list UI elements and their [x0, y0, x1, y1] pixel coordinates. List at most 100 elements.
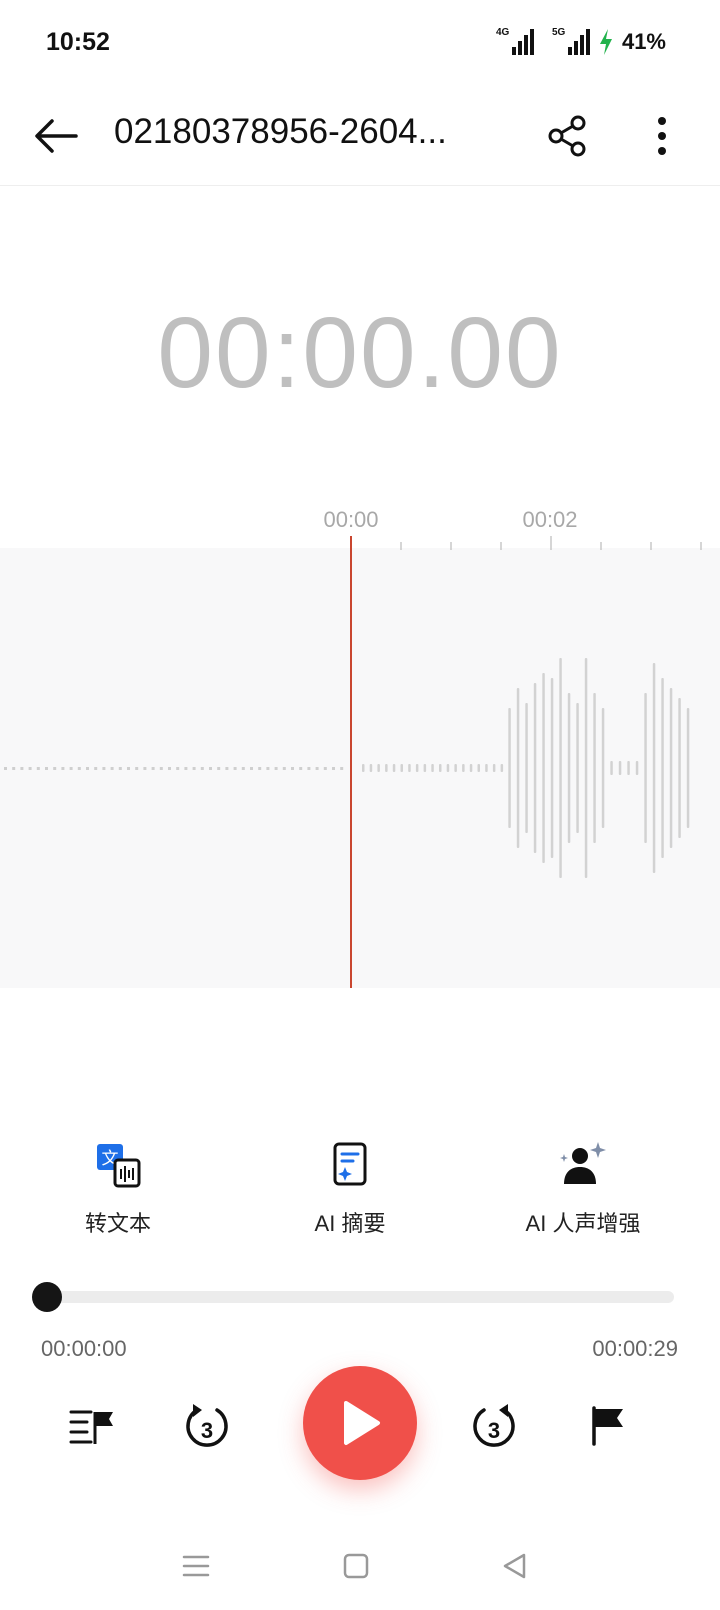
- idle-dot: [307, 767, 311, 770]
- idle-dot: [77, 767, 81, 770]
- ai-voice-enhance-button[interactable]: AI 人声增强: [483, 1140, 683, 1238]
- home-button[interactable]: [332, 1542, 380, 1590]
- waveform-bar: [469, 764, 473, 772]
- waveform-bar: [492, 764, 496, 772]
- waveform-bar: [567, 693, 571, 843]
- waveform-bar: [593, 693, 596, 843]
- idle-dot: [233, 767, 237, 770]
- waveform-bar: [627, 761, 630, 775]
- share-button[interactable]: [540, 108, 596, 164]
- waveform-bar: [446, 764, 450, 772]
- waveform-bar: [661, 678, 664, 858]
- waveform-bar: [525, 703, 528, 833]
- idle-dot: [61, 767, 65, 770]
- ai-summary-button[interactable]: AI 摘要: [250, 1140, 450, 1238]
- arrow-left-icon: [35, 119, 78, 153]
- rewind-3s-button[interactable]: 3: [175, 1394, 239, 1458]
- total-time: 00:00:29: [592, 1336, 678, 1361]
- idle-dot: [20, 767, 24, 770]
- idle-dot: [12, 767, 16, 770]
- back-triangle-icon: [503, 1553, 526, 1579]
- idle-dot: [28, 767, 32, 770]
- speech-to-text-button[interactable]: 文 转文本: [18, 1140, 218, 1238]
- waveform-bar: [644, 693, 647, 843]
- home-square-icon: [343, 1553, 369, 1579]
- idle-dot: [241, 767, 245, 770]
- play-icon: [344, 1401, 380, 1445]
- speech-to-text-label: 转文本: [84, 1211, 151, 1236]
- idle-dot: [184, 767, 188, 770]
- waveform-bar: [576, 703, 579, 833]
- idle-dot: [118, 767, 122, 770]
- waveform-bar: [584, 658, 588, 878]
- cellular-signal-icon: 5G: [551, 27, 590, 55]
- waveform-bar: [652, 663, 656, 873]
- ai-summary-label: AI 摘要: [314, 1211, 386, 1236]
- timeline-ticks: [350, 536, 702, 550]
- idle-dot: [315, 767, 319, 770]
- flag-icon: [592, 1406, 623, 1446]
- idle-dot: [217, 767, 221, 770]
- waveform-bar: [423, 764, 427, 772]
- battery-percent: 41%: [621, 29, 666, 54]
- progress-thumb[interactable]: [32, 1282, 62, 1312]
- idle-dot: [192, 767, 196, 770]
- ai-voice-enhance-label: AI 人声增强: [525, 1211, 641, 1236]
- waveform-bar: [377, 764, 380, 772]
- status-time: 10:52: [46, 28, 110, 56]
- quick-actions: 文 转文本 AI 摘要 AI 人声增强: [0, 1140, 720, 1240]
- recent-apps-button[interactable]: [172, 1542, 220, 1590]
- playback-controls: 3 3: [0, 1366, 720, 1486]
- status-bar: 10:52 4G 5G 41%: [0, 0, 720, 86]
- current-time: 00:00:00: [41, 1336, 127, 1361]
- recording-title: 02180378956-2604...: [114, 112, 447, 151]
- waveform-bar: [500, 764, 504, 772]
- more-options-button[interactable]: [636, 108, 688, 164]
- waveform-bar: [559, 658, 562, 878]
- waveform-bar: [408, 764, 411, 772]
- waveform-bar: [431, 764, 434, 772]
- idle-dot: [94, 767, 98, 770]
- waveform-bar: [542, 673, 545, 863]
- play-button[interactable]: [303, 1366, 417, 1480]
- elapsed-timer: 00:00.00: [157, 297, 563, 409]
- idle-dot: [332, 767, 335, 770]
- forward-3s-button[interactable]: 3: [462, 1394, 526, 1458]
- waveform-bar: [678, 698, 681, 838]
- system-back-button[interactable]: [490, 1542, 538, 1590]
- progress-track: [44, 1291, 674, 1303]
- waveform-bar: [485, 764, 488, 772]
- forward-seconds-label: 3: [488, 1418, 500, 1443]
- waveform-bar: [439, 764, 442, 772]
- mark-list-button[interactable]: [60, 1394, 124, 1458]
- idle-dot: [159, 767, 163, 770]
- idle-dot: [110, 767, 114, 770]
- forward-3s-icon: 3: [473, 1404, 515, 1447]
- back-button[interactable]: [30, 110, 82, 162]
- waveform-bar: [516, 688, 520, 848]
- playback-progress-slider[interactable]: [32, 1278, 680, 1314]
- waveform-bar: [362, 764, 365, 772]
- waveform-bar: [454, 764, 457, 772]
- waveform-bar: [400, 764, 403, 772]
- add-mark-button[interactable]: [576, 1394, 640, 1458]
- waveform-bar: [610, 761, 613, 775]
- system-navigation-bar: [0, 1530, 720, 1602]
- cellular-signal-icon: 4G: [495, 27, 534, 55]
- idle-dot: [45, 767, 48, 770]
- idle-dot: [250, 767, 253, 770]
- waveform-timeline[interactable]: 00:00 00:02: [0, 500, 720, 1020]
- idle-dot: [69, 767, 73, 770]
- status-indicators: 4G 5G 41%: [496, 26, 666, 58]
- waveform-bar: [462, 764, 465, 772]
- idle-dot: [340, 767, 344, 770]
- more-vertical-icon: [658, 117, 666, 155]
- rewind-3s-icon: 3: [186, 1404, 228, 1447]
- waveform-bar: [618, 761, 622, 775]
- idle-dot: [36, 767, 40, 770]
- app-bar: 02180378956-2604...: [0, 86, 720, 186]
- ai-summary-icon: [333, 1142, 367, 1186]
- network-type-label: 4G: [495, 27, 510, 38]
- idle-dot: [151, 767, 155, 770]
- network-type-label: 5G: [551, 27, 566, 38]
